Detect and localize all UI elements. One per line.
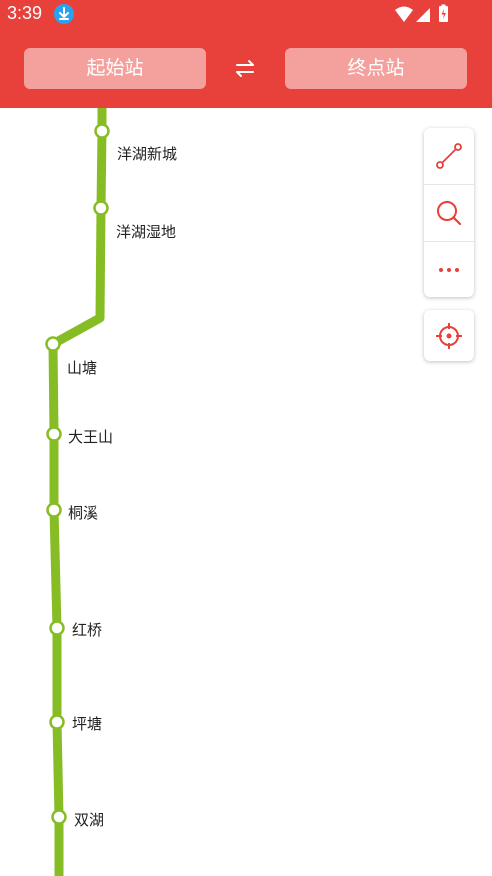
status-icons	[392, 4, 462, 24]
station-dot	[51, 809, 67, 825]
station-dot	[46, 426, 62, 442]
station-dot	[49, 714, 65, 730]
station-dot	[93, 200, 109, 216]
station-dot	[45, 336, 61, 352]
station-label[interactable]: 双湖	[74, 809, 104, 830]
metro-map[interactable]: 洋湖新城 洋湖湿地 山塘 大王山 桐溪 红桥 坪塘 双湖	[0, 108, 492, 876]
search-icon[interactable]	[424, 185, 474, 241]
station-dot	[94, 123, 110, 139]
map-tools-panel	[424, 128, 474, 297]
wifi-icon	[395, 6, 413, 22]
station-label[interactable]: 坪塘	[72, 713, 102, 734]
station-label[interactable]: 红桥	[72, 619, 102, 640]
metro-line-map	[45, 108, 110, 876]
station-label[interactable]: 大王山	[68, 426, 113, 447]
station-dot	[46, 502, 62, 518]
start-station-button[interactable]: 起始站	[24, 48, 206, 89]
battery-icon	[439, 4, 448, 22]
route-icon[interactable]	[424, 128, 474, 184]
station-dot	[49, 620, 65, 636]
more-icon[interactable]	[424, 242, 474, 298]
status-time: 3:39	[7, 3, 43, 23]
station-label[interactable]: 桐溪	[68, 502, 98, 523]
signal-icon	[416, 8, 430, 22]
station-label[interactable]: 山塘	[67, 357, 97, 378]
status-bar: 3:39	[0, 0, 492, 28]
metro-line	[48, 108, 107, 876]
station-label[interactable]: 洋湖新城	[117, 143, 177, 164]
header-bar: 3:39 起始站 终点站	[0, 0, 492, 108]
locate-panel	[424, 310, 474, 361]
download-icon	[54, 4, 74, 24]
swap-icon[interactable]	[229, 56, 261, 82]
end-station-button[interactable]: 终点站	[285, 48, 467, 89]
station-label[interactable]: 洋湖湿地	[116, 221, 176, 242]
locate-icon[interactable]	[424, 310, 474, 361]
